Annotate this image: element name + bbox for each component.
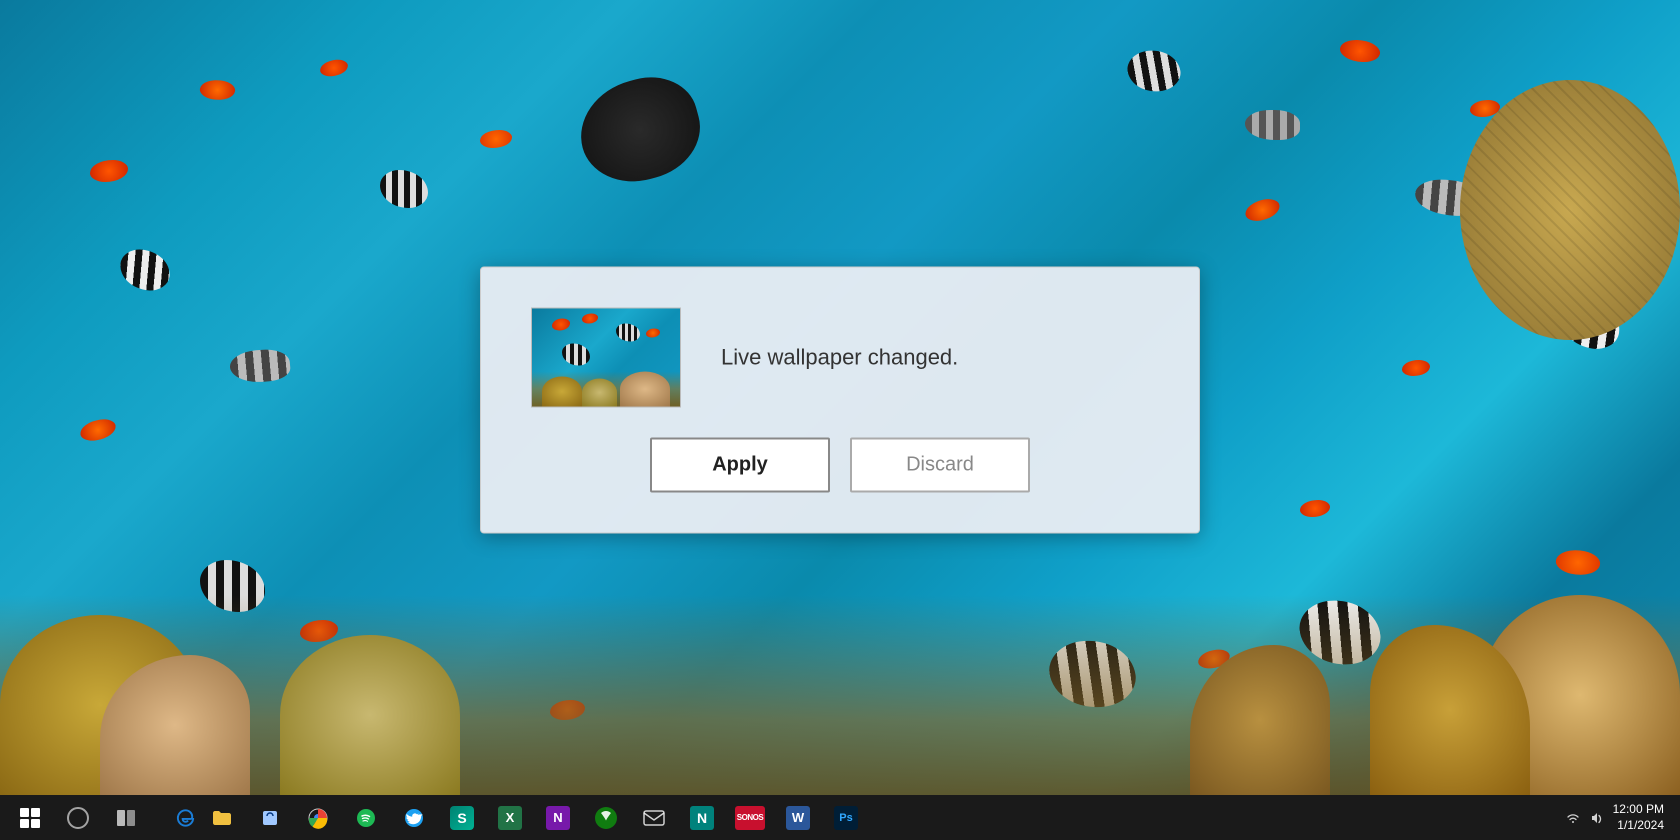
sway-button[interactable]: S xyxy=(440,796,484,840)
windows-start-button[interactable] xyxy=(8,796,52,840)
brain-coral xyxy=(1460,80,1680,340)
clock-time: 12:00 PM xyxy=(1613,802,1664,818)
chrome-icon xyxy=(307,807,329,829)
store-icon xyxy=(259,807,281,829)
fish-decoration xyxy=(1338,35,1382,67)
network-icon xyxy=(1565,810,1581,826)
twitter-icon xyxy=(403,807,425,829)
store-button[interactable] xyxy=(248,796,292,840)
volume-icon xyxy=(1589,810,1605,826)
excel-button[interactable]: X xyxy=(488,796,532,840)
fish-large-black xyxy=(569,66,711,194)
fish-striped xyxy=(380,170,428,208)
word-icon: W xyxy=(786,806,810,830)
spotify-button[interactable] xyxy=(344,796,388,840)
edge-icon:  xyxy=(152,806,175,830)
discard-button[interactable]: Discard xyxy=(850,438,1030,493)
fish-decoration xyxy=(1244,197,1282,223)
twitter-button[interactable] xyxy=(392,796,436,840)
fish-decoration xyxy=(1402,360,1430,376)
cortana-icon xyxy=(67,807,89,829)
notepad-icon: N xyxy=(690,806,714,830)
folder-icon xyxy=(211,807,233,829)
xbox-button[interactable] xyxy=(584,796,628,840)
dialog-buttons: Apply Discard xyxy=(531,438,1149,493)
system-tray: 12:00 PM 1/1/2024 xyxy=(1565,802,1672,833)
fish-striped xyxy=(118,248,171,292)
fish-gray xyxy=(229,347,292,384)
wallpaper-thumbnail xyxy=(531,308,681,408)
fish-gray xyxy=(1245,110,1300,140)
clock-date: 1/1/2024 xyxy=(1613,818,1664,834)
sonos-button[interactable]: SONOS xyxy=(728,796,772,840)
excel-icon: X xyxy=(498,806,522,830)
system-clock[interactable]: 12:00 PM 1/1/2024 xyxy=(1613,802,1664,833)
notepad-button[interactable]: N xyxy=(680,796,724,840)
word-button[interactable]: W xyxy=(776,796,820,840)
dialog-content: Live wallpaper changed. xyxy=(531,308,1149,408)
fish-decoration xyxy=(199,77,237,103)
edge-button[interactable]:  xyxy=(152,796,196,840)
spotify-icon xyxy=(355,807,377,829)
coral-piece xyxy=(280,635,460,795)
xbox-icon xyxy=(594,806,618,830)
task-view-icon xyxy=(117,810,135,826)
onenote-icon: N xyxy=(546,806,570,830)
file-explorer-button[interactable] xyxy=(200,796,244,840)
onenote-button[interactable]: N xyxy=(536,796,580,840)
chrome-button[interactable] xyxy=(296,796,340,840)
sonos-icon: SONOS xyxy=(735,806,765,830)
fish-decoration xyxy=(480,130,512,148)
sway-icon: S xyxy=(450,806,474,830)
windows-logo-icon xyxy=(20,808,40,828)
photoshop-icon: Ps xyxy=(834,806,858,830)
task-view-button[interactable] xyxy=(104,796,148,840)
fish-decoration xyxy=(79,418,117,443)
wallpaper-dialog: Live wallpaper changed. Apply Discard xyxy=(480,267,1200,534)
dialog-message: Live wallpaper changed. xyxy=(721,345,958,371)
mail-button[interactable] xyxy=(632,796,676,840)
cortana-button[interactable] xyxy=(56,796,100,840)
fish-decoration xyxy=(319,59,348,77)
dialog-container: Live wallpaper changed. Apply Discard xyxy=(480,267,1200,534)
photoshop-button[interactable]: Ps xyxy=(824,796,868,840)
fish-striped xyxy=(1125,46,1184,96)
taskbar:  xyxy=(0,795,1680,840)
edge-icon xyxy=(175,807,196,829)
fish-decoration xyxy=(90,160,128,182)
mail-icon xyxy=(643,808,665,828)
apply-button[interactable]: Apply xyxy=(650,438,830,493)
fish-decoration xyxy=(1300,500,1330,517)
